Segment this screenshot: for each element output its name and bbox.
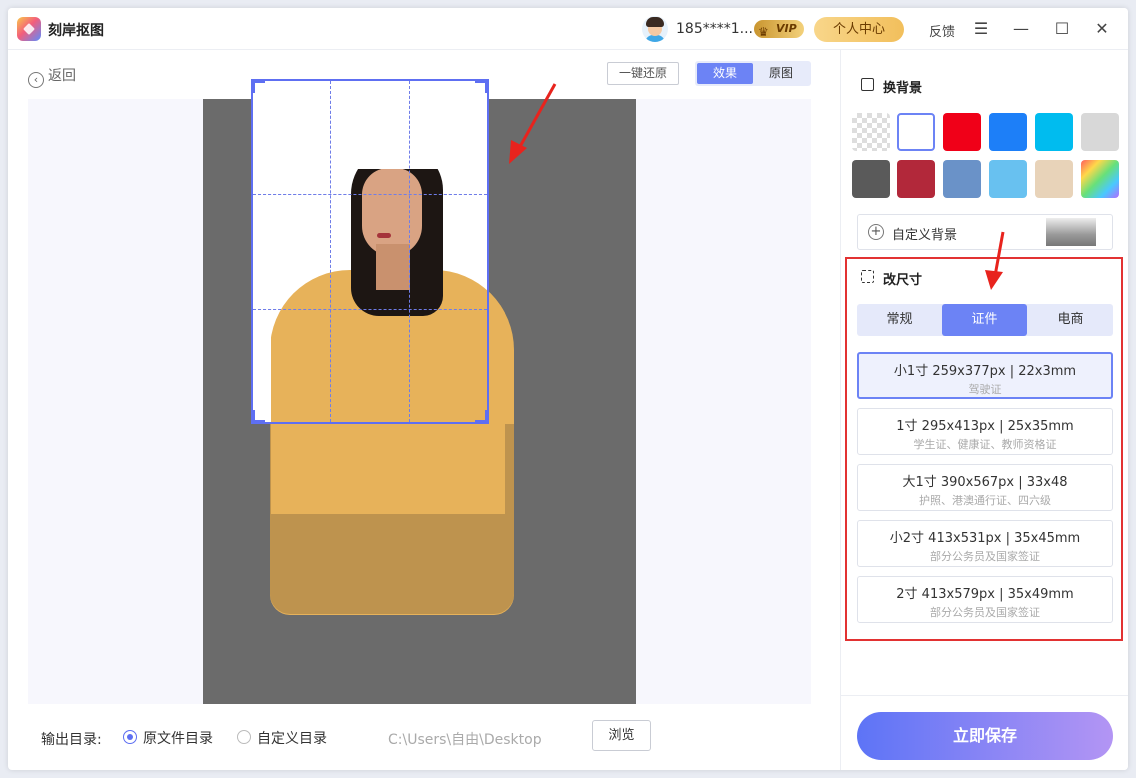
size-option[interactable]: 大1寸 390x567px | 33x48 护照、港澳通行证、四六级	[857, 464, 1113, 511]
size-option[interactable]: 1寸 295x413px | 25x35mm 学生证、健康证、教师资格证	[857, 408, 1113, 455]
feedback-link[interactable]: 反馈	[929, 21, 955, 40]
user-avatar[interactable]	[642, 16, 668, 42]
tab-original[interactable]: 原图	[753, 63, 809, 84]
swatch-steel-blue[interactable]	[943, 160, 981, 198]
crop-grid-overlay	[251, 79, 489, 424]
radio-custom-label: 自定义目录	[257, 731, 327, 747]
swatch-dark-gray[interactable]	[852, 160, 890, 198]
swatch-transparent[interactable]	[852, 113, 890, 151]
layers-icon	[861, 78, 874, 91]
tab-effect[interactable]: 效果	[697, 63, 753, 84]
resize-section-title: 改尺寸	[861, 269, 922, 288]
personal-center-button[interactable]: 个人中心	[814, 17, 904, 42]
right-panel: 换背景 + 自定义背景 改尺寸 常规 证件 电商 小1寸 259x377px |…	[840, 50, 1128, 770]
radio-original-dir[interactable]: 原文件目录	[123, 728, 213, 748]
chevron-left-icon: ‹	[28, 72, 44, 88]
browse-button[interactable]: 浏览	[592, 720, 651, 751]
radio-original-label: 原文件目录	[143, 731, 213, 747]
swatch-dark-red[interactable]	[897, 160, 935, 198]
swatch-white[interactable]	[897, 113, 935, 151]
annotation-arrow-icon	[509, 83, 557, 164]
close-icon[interactable]: ✕	[1091, 18, 1113, 40]
size-category-tabs: 常规 证件 电商	[857, 304, 1113, 336]
swatch-light-blue[interactable]	[989, 160, 1027, 198]
size-option[interactable]: 小2寸 413x531px | 35x45mm 部分公务员及国家签证	[857, 520, 1113, 567]
crop-icon	[861, 270, 874, 283]
output-path: C:\Users\自由\Desktop	[388, 732, 542, 748]
reset-button[interactable]: 一键还原	[607, 62, 679, 85]
swatch-blue[interactable]	[989, 113, 1027, 151]
tab-regular[interactable]: 常规	[857, 304, 942, 336]
size-option[interactable]: 2寸 413x579px | 35x49mm 部分公务员及国家签证	[857, 576, 1113, 623]
app-title: 刻岸抠图	[48, 23, 104, 39]
annotation-arrow-2-icon	[985, 231, 1005, 290]
custom-background-thumbnail	[1046, 218, 1096, 246]
custom-background-label: 自定义背景	[892, 228, 958, 243]
menu-icon[interactable]: ☰	[970, 18, 992, 40]
output-dir-label: 输出目录:	[41, 732, 102, 748]
back-button[interactable]: ‹ 返回	[28, 65, 76, 88]
save-button[interactable]: 立即保存	[857, 712, 1113, 760]
title-bar: 刻岸抠图 185****1... ♛ VIP 个人中心 反馈 ☰ — ☐ ✕	[8, 8, 1128, 50]
panel-divider	[841, 695, 1128, 696]
app-window: 刻岸抠图 185****1... ♛ VIP 个人中心 反馈 ☰ — ☐ ✕ ‹ 返…	[8, 8, 1128, 770]
minimize-icon[interactable]: —	[1010, 18, 1032, 40]
crown-icon: ♛	[758, 25, 769, 39]
maximize-icon[interactable]: ☐	[1051, 18, 1073, 40]
swatch-rainbow[interactable]	[1081, 160, 1119, 198]
swatch-light-gray[interactable]	[1081, 113, 1119, 151]
tab-ecommerce[interactable]: 电商	[1028, 304, 1113, 336]
tab-id-photo[interactable]: 证件	[942, 304, 1027, 336]
vip-label: VIP	[776, 22, 797, 35]
user-name[interactable]: 185****1...	[676, 21, 753, 37]
swatch-beige[interactable]	[1035, 160, 1073, 198]
view-toggle: 效果 原图	[695, 61, 811, 86]
swatch-sky-blue[interactable]	[1035, 113, 1073, 151]
radio-custom-dir[interactable]: 自定义目录	[237, 728, 327, 748]
back-label: 返回	[48, 68, 76, 84]
vip-badge[interactable]: ♛ VIP	[754, 20, 804, 39]
swatch-red[interactable]	[943, 113, 981, 151]
app-logo-icon	[17, 17, 41, 41]
size-option[interactable]: 小1寸 259x377px | 22x3mm 驾驶证	[857, 352, 1113, 399]
plus-icon: +	[868, 224, 884, 240]
background-section-title: 换背景	[861, 77, 922, 96]
